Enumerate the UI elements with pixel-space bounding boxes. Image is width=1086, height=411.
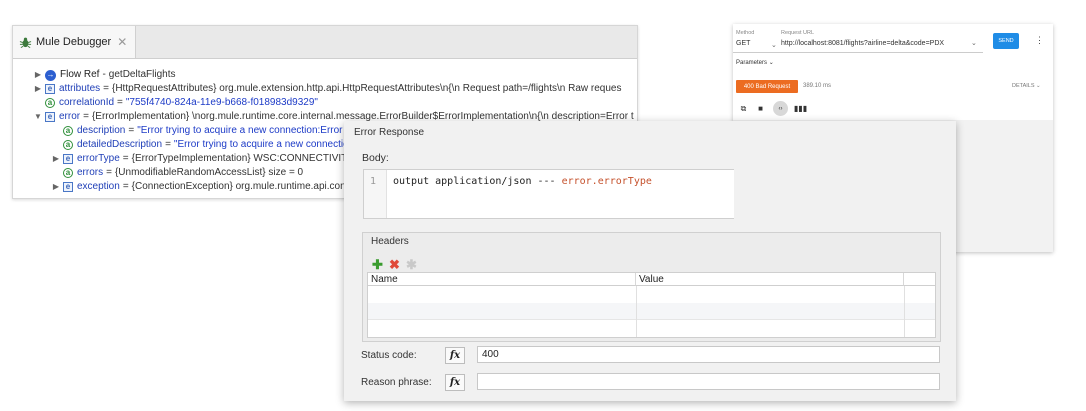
attribute-field-icon: a	[45, 98, 55, 108]
body-code-editor[interactable]: 1 output application/json --- error.erro…	[363, 169, 734, 219]
column-header-name: Name	[368, 273, 636, 286]
tab-mule-debugger[interactable]: Mule Debugger ✕	[13, 26, 137, 58]
tree-row-separator: =	[83, 110, 89, 122]
method-chevron-down-icon[interactable]: ⌄	[771, 41, 777, 49]
tree-row-name: error	[59, 110, 81, 122]
table-row[interactable]	[368, 303, 935, 320]
code-keyword: output application/json ---	[393, 176, 562, 187]
bug-icon	[19, 37, 32, 48]
flow-ref-icon: →	[45, 69, 56, 81]
tree-row-value: {ErrorTypeImplementation} WSC:CONNECTIVI…	[131, 152, 354, 164]
headers-label: Headers	[371, 236, 409, 247]
copy-icon[interactable]: ⧉	[739, 104, 748, 113]
object-field-icon: e	[63, 182, 73, 192]
tree-row-name: errorType	[77, 152, 120, 164]
status-code-fx-button[interactable]: fx	[445, 347, 465, 364]
tree-row[interactable]: ▶ e attributes = {HttpRequestAttributes} org…	[33, 82, 637, 96]
headers-section: Headers ✚ ✖ ✱ Name Value	[362, 232, 941, 342]
reason-phrase-input[interactable]	[477, 373, 940, 390]
line-number: 1	[370, 176, 377, 187]
tree-row-value: {UnmodifiableRandomAccessList} size = 0	[114, 166, 304, 178]
code-expression: error.errorType	[561, 176, 652, 187]
debugger-tab-bar: Mule Debugger ✕	[13, 26, 637, 59]
tree-row-separator: =	[122, 180, 129, 192]
attribute-field-icon: a	[63, 140, 73, 150]
tree-row-value: "755f4740-824a-11e9-b668-f018983d9329"	[125, 96, 318, 108]
request-url-label: Request URL	[781, 30, 815, 36]
tree-row-separator: =	[122, 152, 129, 164]
tree-row-value: getDeltaFlights	[108, 68, 176, 80]
details-label: DETAILS	[1012, 83, 1035, 89]
headers-toolbar: ✚ ✖ ✱	[371, 257, 418, 273]
edit-header-icon[interactable]: ✱	[405, 257, 418, 273]
method-label: Method	[736, 30, 755, 36]
tree-row-separator: =	[103, 82, 109, 94]
delete-header-icon[interactable]: ✖	[388, 257, 401, 273]
attribute-field-icon: a	[63, 126, 73, 136]
response-time: 389.10 ms	[803, 83, 832, 89]
parameters-chevron-icon: ⌄	[768, 60, 774, 66]
tab-mule-debugger-label: Mule Debugger	[36, 36, 112, 48]
reason-phrase-fx-button[interactable]: fx	[445, 374, 465, 391]
save-icon[interactable]: ■	[756, 104, 765, 113]
collapsed-triangle-icon[interactable]: ▶	[33, 68, 43, 82]
parameters-label: Parameters	[736, 60, 768, 66]
table-view-icon[interactable]: ▮▮▮	[794, 104, 807, 113]
tree-row-name: Flow Ref	[60, 68, 100, 80]
tree-row-value: "Error trying to acquire a new connectic	[173, 138, 349, 150]
code-view-icon[interactable]: ‹›	[773, 101, 788, 116]
url-underline	[733, 52, 983, 53]
tree-row-value: {ConnectionException} org.mule.runtime.a…	[131, 180, 350, 192]
tree-row[interactable]: ▶ → Flow Ref - getDeltaFlights	[33, 68, 637, 82]
collapsed-triangle-icon[interactable]: ▶	[51, 180, 61, 194]
tree-row-name: errors	[77, 166, 104, 178]
attribute-field-icon: a	[63, 168, 73, 178]
details-toggle[interactable]: DETAILS ⌄	[1012, 83, 1041, 89]
collapsed-triangle-icon[interactable]: ▶	[51, 152, 61, 166]
status-code-input[interactable]: 400	[477, 346, 940, 363]
column-header-extra	[904, 273, 935, 286]
status-badge: 400 Bad Request	[736, 80, 798, 93]
object-field-icon: e	[45, 112, 55, 122]
add-header-icon[interactable]: ✚	[371, 257, 384, 273]
more-vert-icon[interactable]: ⋮	[1035, 35, 1044, 46]
tree-row-separator: =	[165, 138, 171, 150]
code-line: output application/json --- error.errorT…	[393, 176, 652, 187]
object-field-icon: e	[45, 84, 55, 94]
tree-row-separator: =	[106, 166, 112, 178]
close-tab-icon[interactable]: ✕	[117, 35, 127, 49]
tree-row-separator: =	[128, 124, 135, 136]
tree-row-value: {HttpRequestAttributes} org.mule.extensi…	[111, 82, 622, 94]
tree-row-separator: =	[117, 96, 123, 108]
body-label: Body:	[362, 152, 389, 164]
error-response-title: Error Response	[354, 127, 425, 138]
headers-table: Name Value	[367, 272, 936, 338]
tree-row-name: description	[77, 124, 126, 136]
column-divider	[904, 286, 905, 337]
response-view-toolbar: ⧉ ■ ‹› ▮▮▮	[739, 101, 807, 116]
collapsed-triangle-icon[interactable]: ▶	[33, 82, 43, 96]
table-row[interactable]	[368, 319, 935, 335]
request-url-input[interactable]: http://localhost:8081/flights?airline=de…	[781, 40, 944, 47]
column-header-value: Value	[636, 273, 904, 286]
expanded-triangle-icon[interactable]: ▼	[33, 110, 43, 124]
reason-phrase-label: Reason phrase:	[361, 377, 432, 388]
send-button[interactable]: SEND	[993, 33, 1019, 49]
column-divider	[636, 286, 637, 337]
method-select[interactable]: GET	[736, 40, 750, 47]
editor-gutter: 1	[364, 170, 387, 218]
url-chevron-down-icon[interactable]: ⌄	[971, 39, 977, 47]
error-response-panel: Error Response Body: 1 output applicatio…	[344, 121, 956, 401]
tree-row-name: detailedDescription	[77, 138, 163, 150]
tree-row[interactable]: a correlationId = "755f4740-824a-11e9-b668-…	[33, 96, 637, 110]
parameters-toggle[interactable]: Parameters ⌄	[736, 59, 774, 66]
table-row[interactable]	[368, 287, 935, 304]
object-field-icon: e	[63, 154, 73, 164]
tree-row-name: correlationId	[59, 96, 115, 108]
status-code-label: Status code:	[361, 350, 417, 361]
tree-row-value: "Error trying to acquire a new connectio…	[137, 124, 349, 136]
tree-row-name: attributes	[59, 82, 101, 94]
tree-row-name: exception	[77, 180, 120, 192]
tree-row-separator: -	[102, 68, 106, 80]
